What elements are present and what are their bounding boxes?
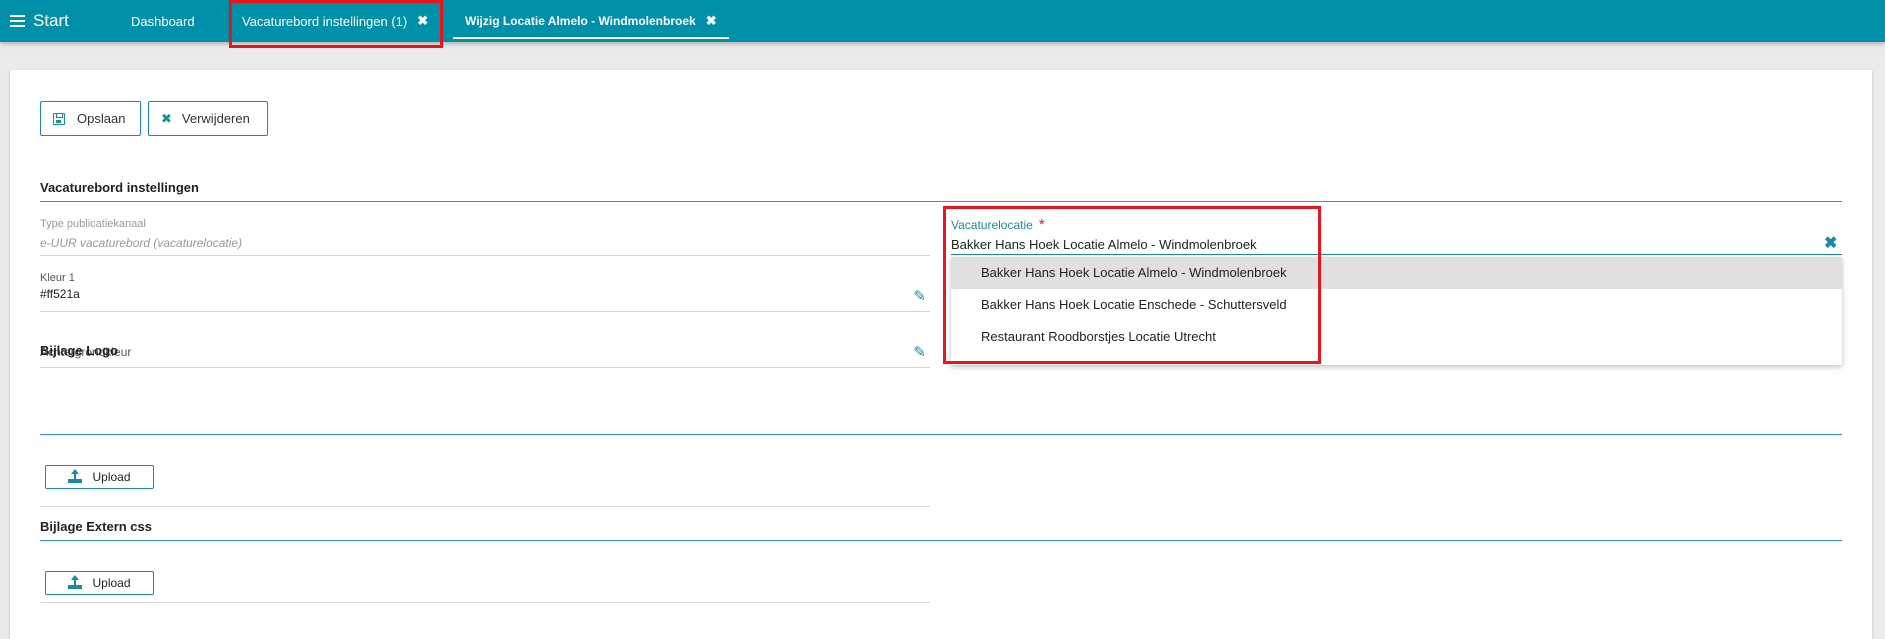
delete-button[interactable]: ✖ Verwijderen [148,101,268,136]
delete-button-label: Verwijderen [181,111,250,126]
required-marker: * [1038,216,1045,233]
highlight-box-tab [229,0,443,48]
upload-css-button[interactable]: Upload [45,571,154,595]
upload-logo-label: Upload [92,470,131,484]
tab-wijzig-locatie[interactable]: Wijzig Locatie Almelo - Windmolenbroek ✖ [453,0,729,42]
pencil-icon[interactable]: ✎ [913,287,926,305]
tab-dashboard-label: Dashboard [131,13,195,29]
section-divider [40,540,1842,541]
clear-icon[interactable]: ✖ [1824,233,1837,253]
type-publicatiekanaal-value: e-UUR vacaturebord (vacaturelocatie) [40,236,243,250]
field-divider [40,602,930,603]
section-title-css: Bijlage Extern css [40,519,152,534]
vacaturelocatie-label-text: Vacaturelocatie [951,218,1033,232]
section-title-logo: Bijlage Logo [40,343,118,358]
main-menu-button[interactable]: Start [10,10,69,32]
tab-wijzig-label: Wijzig Locatie Almelo - Windmolenbroek [465,14,696,28]
achtergrondkleur-field[interactable]: Achtergrondkleur ✎ [40,343,930,368]
kleur-1-value[interactable]: #ff521a [40,287,80,301]
pencil-icon[interactable]: ✎ [913,343,926,361]
start-label: Start [33,11,69,30]
section-divider [40,201,1842,202]
vacaturelocatie-dropdown: Bakker Hans Hoek Locatie Almelo - Windmo… [951,257,1842,365]
upload-logo-button[interactable]: Upload [45,465,154,489]
section-title-settings: Vacaturebord instellingen [40,180,199,195]
form-card: Opslaan ✖ Verwijderen Vacaturebord inste… [10,70,1872,639]
kleur-1-field[interactable]: Kleur 1 #ff521a ✎ [40,272,930,312]
type-publicatiekanaal-field: Type publicatiekanaal e-UUR vacaturebord… [40,218,930,256]
close-icon[interactable]: ✖ [706,13,717,29]
upload-css-label: Upload [92,576,131,590]
type-publicatiekanaal-label: Type publicatiekanaal [40,218,146,230]
close-icon: ✖ [161,110,172,126]
dropdown-option[interactable]: Bakker Hans Hoek Locatie Enschede - Schu… [951,289,1842,321]
vacaturelocatie-input[interactable] [951,235,1842,255]
save-button[interactable]: Opslaan [40,101,141,136]
upload-icon [68,574,83,589]
save-button-label: Opslaan [77,111,126,126]
tab-dashboard[interactable]: Dashboard [131,0,195,42]
upload-icon [68,468,83,483]
vacaturelocatie-label: Vacaturelocatie * [951,216,1045,233]
floppy-icon [53,112,65,125]
kleur-1-label: Kleur 1 [40,272,75,284]
field-divider [40,506,930,507]
dropdown-option[interactable]: Restaurant Roodborstjes Locatie Utrecht [951,321,1842,353]
dropdown-option[interactable]: Bakker Hans Hoek Locatie Almelo - Windmo… [951,257,1842,289]
section-divider [40,434,1842,435]
hamburger-icon [10,15,25,27]
